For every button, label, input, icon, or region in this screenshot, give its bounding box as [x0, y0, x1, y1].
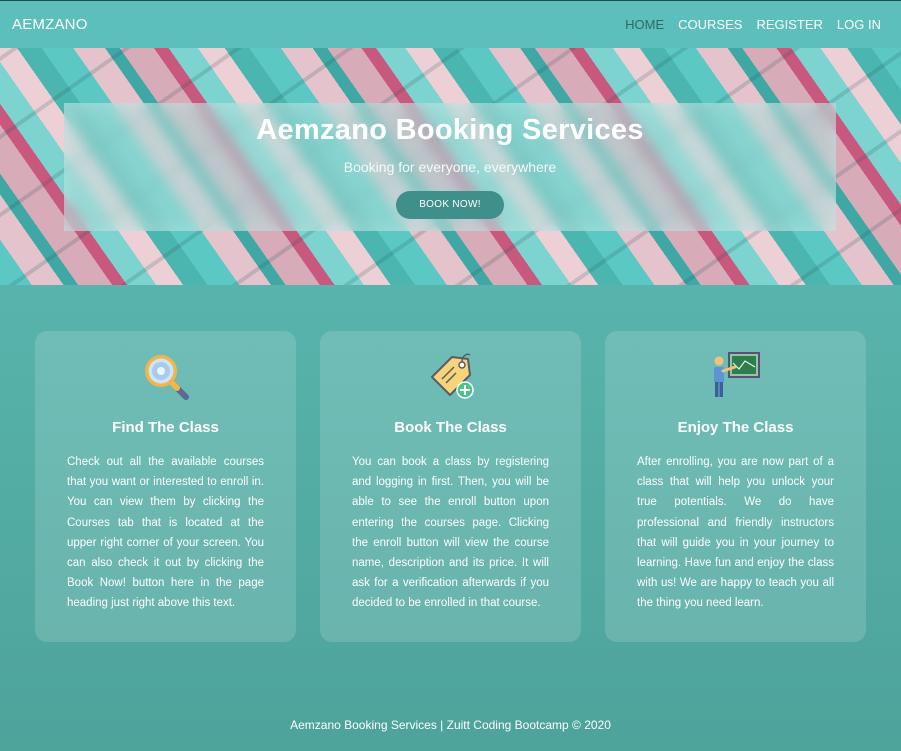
card-find-class: Find The Class Check out all the availab… — [35, 331, 296, 642]
book-now-button[interactable]: BOOK NOW! — [396, 191, 504, 219]
magnifier-icon — [144, 355, 189, 400]
hero-banner: Aemzano Booking Services Booking for eve… — [0, 48, 901, 285]
nav-link-home[interactable]: HOME — [625, 17, 664, 32]
footer-text: Aemzano Booking Services | Zuitt Coding … — [290, 718, 611, 732]
hero-jumbotron: Aemzano Booking Services Booking for eve… — [64, 103, 836, 231]
nav-link-login[interactable]: LOG IN — [837, 17, 881, 32]
card-text: After enrolling, you are now part of a c… — [637, 456, 834, 610]
nav-link-register[interactable]: REGISTER — [756, 17, 822, 32]
card-title: Enjoy The Class — [677, 419, 794, 436]
brand-logo[interactable]: AEMZANO — [12, 16, 88, 33]
card-title: Find The Class — [112, 419, 219, 436]
footer: Aemzano Booking Services | Zuitt Coding … — [0, 718, 901, 732]
card-title: Book The Class — [394, 419, 507, 436]
card-book-class: Book The Class You can book a class by r… — [320, 331, 581, 642]
price-tag-icon — [430, 353, 474, 399]
nav-link-courses[interactable]: COURSES — [678, 17, 742, 32]
card-text: Check out all the available courses that… — [67, 456, 264, 610]
card-enjoy-class: Enjoy The Class After enrolling, you are… — [605, 331, 866, 642]
hero-title: Aemzano Booking Services — [256, 114, 644, 146]
teacher-board-icon — [713, 352, 760, 397]
card-text: You can book a class by registering and … — [352, 456, 549, 610]
hero-subtitle: Booking for everyone, everywhere — [343, 159, 557, 175]
navbar: AEMZANO HOME COURSES REGISTER LOG IN — [0, 0, 901, 48]
nav-links: HOME COURSES REGISTER LOG IN — [625, 17, 881, 32]
feature-cards: Find The Class Check out all the availab… — [35, 331, 866, 642]
